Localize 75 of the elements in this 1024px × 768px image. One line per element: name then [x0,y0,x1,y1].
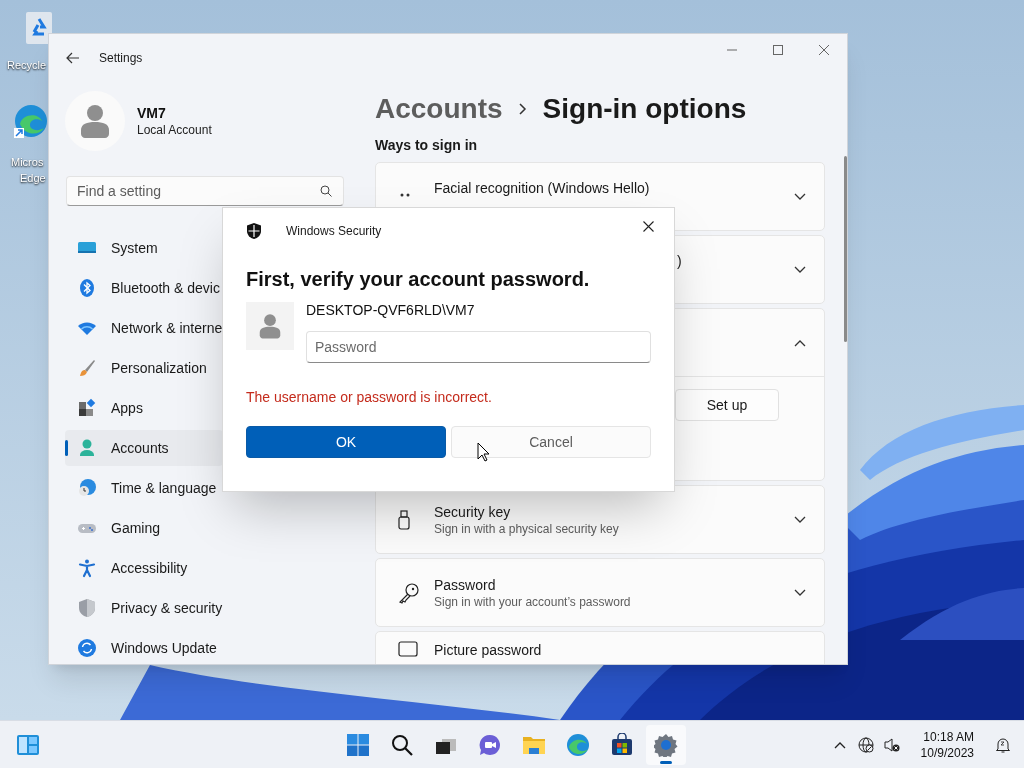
card-subtitle: Sign in with a physical security key [434,520,620,537]
nav-item[interactable]: Gaming [65,510,223,546]
section-title: Ways to sign in [375,136,479,154]
dialog-heading: First, verify your account password. [246,267,591,292]
nav-item[interactable]: Accounts [65,430,223,466]
card-subtitle: Sign in with your account’s password [434,593,632,610]
cancel-button[interactable]: Cancel [451,426,651,458]
chevron-down-icon[interactable] [794,588,806,597]
nav-item[interactable]: Network & interne [65,310,223,346]
chevron-up-icon[interactable] [794,338,806,347]
card-title: Facial recognition (Windows Hello) [434,179,651,197]
shield-icon [77,598,97,618]
chat-icon [478,733,502,757]
window-title: Settings [99,50,143,67]
page-title: Sign-in options [542,92,747,126]
scrollbar-thumb[interactable] [844,156,847,342]
close-icon [819,45,829,55]
edge-icon [566,733,590,757]
speaker-muted-icon [883,737,900,753]
clock[interactable]: 10:18 AM 10/9/2023 [916,725,978,765]
person-icon [80,104,110,138]
picture-frame-icon [398,641,418,657]
bluetooth-icon [77,278,97,298]
shield-icon [246,223,262,239]
settings-card[interactable]: Security key Sign in with a physical security key [375,485,825,554]
chevron-down-icon[interactable] [794,192,806,201]
nav-item[interactable]: Personalization [65,350,223,386]
person-icon [77,438,97,458]
chevron-right-icon [518,103,527,115]
maximize-icon [773,45,783,55]
store-icon [610,733,634,757]
close-icon [642,220,654,232]
nav-item[interactable]: Time & language [65,470,223,506]
nav-item[interactable]: Bluetooth & devic [65,270,223,306]
ok-button[interactable]: OK [246,426,446,458]
chevron-down-icon[interactable] [794,515,806,524]
back-icon [66,52,80,64]
brush-icon [77,358,97,378]
card-title: Password [434,575,497,594]
globe-clock-icon [77,478,97,498]
nav-item[interactable]: Accessibility [65,550,223,586]
bell-icon [995,737,1011,753]
search-icon [390,733,414,757]
user-name: VM7 [137,104,167,122]
breadcrumb-link[interactable]: Accounts [375,88,503,130]
update-icon [77,638,97,658]
person-icon [259,313,281,339]
settings-card[interactable]: Picture password [375,631,825,664]
usb-key-icon [398,509,410,530]
nav-item[interactable]: Windows Update [65,630,223,664]
key-icon [398,581,420,604]
error-message: The username or password is incorrect. [246,388,493,406]
account-type: Local Account [137,122,212,138]
password-field[interactable]: Password [306,331,651,363]
set-up-button[interactable]: Set up [675,389,779,421]
apps-icon [77,398,97,418]
gear-icon [654,733,678,757]
search-field[interactable]: Find a setting [66,176,344,206]
nav-item[interactable]: Privacy & security [65,590,223,626]
card-title: Picture password [434,641,543,659]
card-title: Security key [434,502,512,521]
nav-item[interactable]: System [65,230,223,266]
account-name: DESKTOP-QVF6RLD\VM7 [306,301,476,319]
mouse-pointer-icon [477,442,490,462]
card-title: ) [677,251,683,270]
nav-item[interactable]: Apps [65,390,223,426]
dots-icon [400,193,410,197]
settings-card[interactable]: Password Sign in with your account’s password [375,558,825,627]
widgets-icon [16,734,40,756]
globe-icon [857,737,874,753]
windows-logo-icon [346,733,370,757]
edge-icon[interactable] [14,104,48,138]
accessibility-icon [77,558,97,578]
search-icon [320,185,332,197]
chevron-down-icon[interactable] [794,265,806,274]
